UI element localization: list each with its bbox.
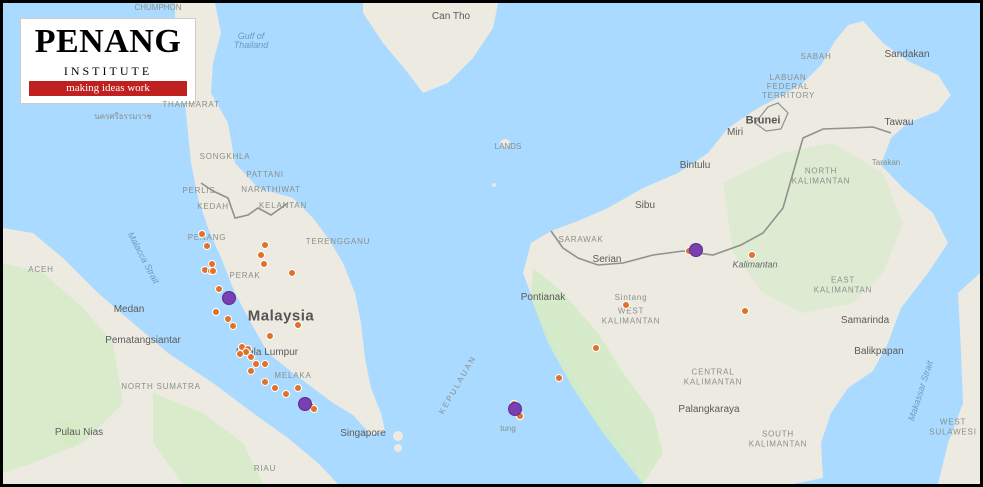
label-tawau: Tawau <box>884 117 914 128</box>
location-marker-small[interactable] <box>260 241 269 250</box>
location-marker-small[interactable] <box>256 251 265 259</box>
label-kepulauan-2: tung <box>500 424 516 433</box>
label-riau: RIAU <box>253 464 277 473</box>
label-kelantan: KELANTAN <box>258 201 308 210</box>
label-can-tho: Can Tho <box>431 11 471 22</box>
location-marker-small[interactable] <box>741 306 750 315</box>
label-south-kalimantan: SOUTH KALIMANTAN <box>748 429 808 448</box>
label-samarinda: Samarinda <box>840 315 890 326</box>
label-bintulu: Bintulu <box>679 160 711 171</box>
location-marker-small[interactable] <box>288 269 297 277</box>
label-west-kalimantan: WEST KALIMANTAN <box>601 306 661 325</box>
location-marker-small[interactable] <box>236 349 245 358</box>
location-marker-large[interactable] <box>298 396 312 411</box>
label-pattani: PATTANI <box>246 170 284 179</box>
location-marker-small[interactable] <box>228 322 237 331</box>
label-north-sumatra: NORTH SUMATRA <box>121 382 201 391</box>
label-chumphon: CHUMPHON <box>134 3 182 12</box>
location-marker-small[interactable] <box>214 285 223 293</box>
location-marker-small[interactable] <box>748 251 757 260</box>
location-marker-small[interactable] <box>259 260 268 269</box>
label-perlis: PERLIS <box>182 186 216 195</box>
label-sandakan: Sandakan <box>884 49 930 60</box>
location-marker-small[interactable] <box>293 383 302 392</box>
label-melaka: MELAKA <box>274 371 312 380</box>
label-palangkaraya: Palangkaraya <box>678 404 740 415</box>
label-medan: Medan <box>113 304 145 315</box>
location-marker-large[interactable] <box>508 402 523 417</box>
location-marker-small[interactable] <box>554 374 563 383</box>
logo-subtitle: INSTITUTE <box>63 64 153 78</box>
label-lands: LANDS <box>494 142 522 151</box>
label-pontianak: Pontianak <box>520 292 566 303</box>
label-songkhla: SONGKHLA <box>199 152 251 161</box>
label-west-sulawesi: WEST SULAWESI <box>929 417 977 436</box>
label-sabah: SABAH <box>800 52 832 61</box>
location-marker-small[interactable] <box>198 230 207 239</box>
label-sarawak: SARAWAK <box>558 235 604 244</box>
label-malaysia: Malaysia <box>247 307 315 325</box>
location-marker-small[interactable] <box>265 331 274 340</box>
label-kalimantan: Kalimantan <box>732 259 778 270</box>
label-aceh: ACEH <box>28 265 54 274</box>
label-brunei: Brunei <box>745 114 781 127</box>
location-marker-small[interactable] <box>212 307 220 316</box>
label-pematangsiantar: Pematangsiantar <box>105 335 181 346</box>
label-gulf-of-thailand: Gulf of Thailand <box>233 31 269 50</box>
label-terengganu: TERENGGANU <box>305 237 371 246</box>
label-tarakan: Tarakan <box>871 158 901 167</box>
label-narathiwat: NARATHIWAT <box>241 185 301 194</box>
label-north-kalimantan: NORTH KALIMANTAN <box>791 166 851 185</box>
label-balikpapan: Balikpapan <box>854 346 904 357</box>
label-thammarat: THAMMARAT <box>162 100 220 109</box>
label-labuan: LABUAN FEDERAL TERRITORY <box>762 72 816 100</box>
label-central-kalimantan: CENTRAL KALIMANTAN <box>683 367 743 386</box>
map-canvas[interactable]: PENANG INSTITUTE making ideas work CHUMP… <box>3 3 980 484</box>
label-nakhon-si-thammarat-thai: นครศรีธรรมราช <box>94 112 152 121</box>
location-marker-small[interactable] <box>621 301 630 310</box>
label-sibu: Sibu <box>634 200 656 211</box>
location-marker-large[interactable] <box>689 242 704 257</box>
location-marker-small[interactable] <box>592 344 601 352</box>
label-serian: Serian <box>592 254 622 265</box>
location-marker-small[interactable] <box>247 366 256 375</box>
penang-institute-logo: PENANG INSTITUTE making ideas work <box>20 18 196 104</box>
logo-tagline: making ideas work <box>29 81 187 96</box>
label-kedah: KEDAH <box>197 202 229 211</box>
logo-title: PENANG <box>34 23 182 60</box>
location-marker-small[interactable] <box>282 389 290 398</box>
label-east-kalimantan: EAST KALIMANTAN <box>813 275 873 294</box>
location-marker-small[interactable] <box>293 321 302 330</box>
location-marker-small[interactable] <box>207 260 216 269</box>
label-miri: Miri <box>726 127 744 138</box>
label-perak: PERAK <box>229 271 261 280</box>
location-marker-small[interactable] <box>209 267 218 276</box>
location-marker-small[interactable] <box>270 383 279 392</box>
label-singapore: Singapore <box>340 428 386 439</box>
location-marker-small[interactable] <box>260 359 269 368</box>
location-marker-large[interactable] <box>222 291 237 306</box>
location-marker-small[interactable] <box>261 377 270 386</box>
location-marker-small[interactable] <box>203 241 212 250</box>
label-sintang: Sintang <box>614 293 648 302</box>
label-pulau-nias: Pulau Nias <box>54 427 104 438</box>
